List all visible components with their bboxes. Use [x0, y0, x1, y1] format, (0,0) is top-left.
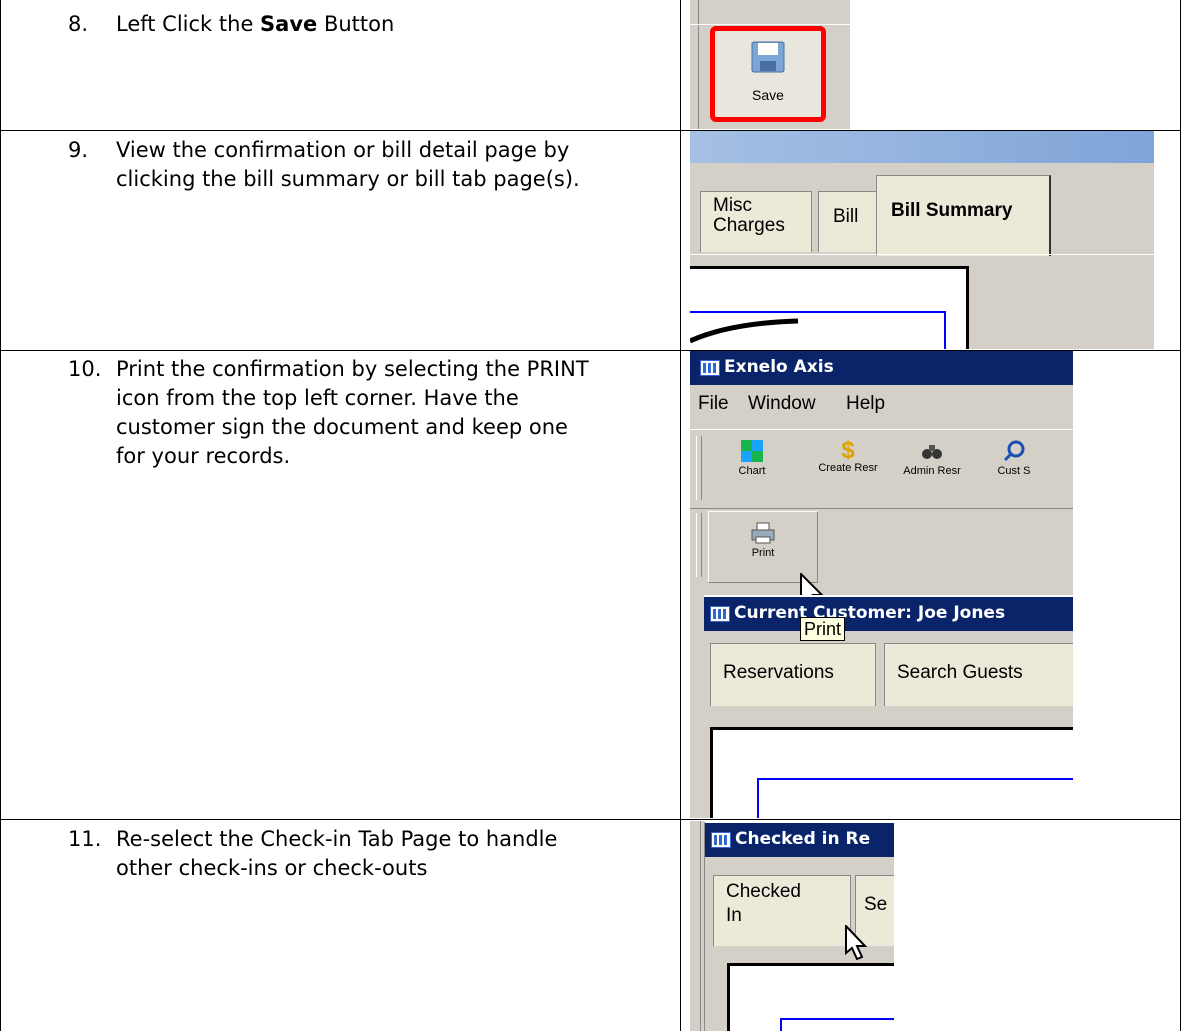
- create-resr-label: Create Resr: [818, 462, 878, 474]
- menu-help[interactable]: Help: [846, 393, 885, 415]
- checked-in-title: Checked in Re: [735, 829, 871, 849]
- toolbar-grip: [690, 0, 699, 129]
- tab-checked-in-line2: In: [726, 905, 742, 926]
- bill-content-area: [690, 266, 969, 349]
- app-icon: [700, 360, 720, 376]
- magnifier-icon: [1003, 440, 1025, 462]
- reservations-frame: [757, 778, 1073, 818]
- tab-search-guests-label: Search Guests: [897, 662, 1023, 683]
- save-icon: [751, 41, 785, 73]
- tab-misc-line2: Charges: [713, 215, 785, 236]
- screenshot-save: Save: [690, 0, 850, 129]
- customer-title: Current Customer: Joe Jones: [734, 603, 1006, 623]
- tab-baseline: [690, 254, 1154, 255]
- step-number: 10.: [68, 357, 102, 381]
- printer-icon: [751, 522, 775, 544]
- tab-checked-in[interactable]: Checked In: [713, 875, 851, 946]
- save-button[interactable]: Save: [710, 26, 826, 122]
- step-text-post: Button: [317, 12, 395, 36]
- tab-bill-label: Bill: [833, 206, 859, 227]
- menu-window[interactable]: Window: [748, 393, 816, 415]
- tab-search-guests[interactable]: Search Guests: [884, 643, 1073, 706]
- chart-icon: [741, 440, 763, 462]
- step-text-bold: Save: [260, 12, 318, 36]
- save-label: Save: [752, 87, 784, 103]
- checked-in-content: [727, 963, 894, 1031]
- screenshot-bill-tabs: Misc Charges Bill Bill Summary: [690, 131, 1154, 349]
- table-border-right: [1180, 0, 1181, 1031]
- step-text: Re-select the Check-in Tab Page to handl…: [116, 827, 558, 880]
- step-text: View the confirmation or bill detail pag…: [116, 138, 580, 191]
- step-number: 9.: [68, 138, 89, 162]
- cust-search-button[interactable]: Cust S: [984, 440, 1044, 477]
- tab-misc-charges[interactable]: Misc Charges: [700, 191, 812, 252]
- screenshot-checked-in: Checked in Re Checked In Se: [690, 821, 894, 1031]
- tab-checked-in-line1: Checked: [726, 881, 801, 902]
- table-column-divider: [680, 0, 681, 1031]
- tab-bill-summary-label: Bill Summary: [891, 200, 1013, 221]
- chart-button[interactable]: Chart: [724, 440, 780, 477]
- step-number: 8.: [68, 12, 89, 36]
- reservations-content: [710, 727, 1073, 818]
- admin-resr-label: Admin Resr: [903, 465, 961, 477]
- binoculars-icon: [922, 445, 942, 459]
- customer-titlebar: Current Customer: Joe Jones: [704, 597, 1073, 631]
- window-icon: [710, 606, 730, 622]
- admin-resr-button[interactable]: Admin Resr: [892, 440, 972, 477]
- checked-in-window: Checked in Re Checked In Se: [704, 821, 894, 1031]
- titlebar-strip: [690, 131, 1154, 163]
- app-titlebar: Exnelo Axis: [690, 351, 1073, 385]
- print-toolbar: Print: [690, 509, 1073, 585]
- chart-label: Chart: [738, 465, 766, 477]
- tab-misc-line1: Misc: [713, 195, 753, 216]
- tab-search-label: Se: [864, 894, 888, 915]
- row-divider: [0, 819, 1181, 820]
- window-grip: [690, 821, 701, 1031]
- toolbar-grip: [696, 513, 702, 577]
- tab-bill[interactable]: Bill: [818, 191, 878, 252]
- signature-stroke: [690, 318, 799, 344]
- tab-reservations[interactable]: Reservations: [710, 643, 876, 706]
- step-text-pre: Left Click the: [116, 12, 261, 36]
- tab-reservations-label: Reservations: [723, 662, 834, 683]
- toolbar-edge: [690, 24, 850, 25]
- app-title: Exnelo Axis: [724, 357, 834, 377]
- step-number: 11.: [68, 827, 102, 851]
- dollar-icon: $: [841, 437, 855, 464]
- screenshot-app-window: Exnelo Axis File Window Help Chart $ Cre…: [690, 351, 1073, 818]
- table-border-left: [0, 0, 1, 1031]
- step-text: Print the confirmation by selecting the …: [116, 357, 589, 468]
- main-toolbar: Chart $ Create Resr Admin Resr Cust S: [690, 429, 1073, 509]
- toolbar-grip: [696, 436, 702, 500]
- mouse-cursor-icon: [845, 925, 868, 961]
- window-icon: [711, 832, 731, 848]
- checked-in-titlebar: Checked in Re: [705, 823, 894, 857]
- create-resr-button[interactable]: $ Create Resr: [806, 437, 890, 475]
- checked-in-frame: [780, 1018, 894, 1031]
- customer-window: Current Customer: Joe Jones Reservations…: [704, 595, 1073, 818]
- tab-bill-summary[interactable]: Bill Summary: [876, 175, 1051, 256]
- cust-search-label: Cust S: [997, 465, 1031, 477]
- menu-file[interactable]: File: [698, 393, 729, 415]
- print-tooltip: Print: [800, 617, 846, 641]
- step-text: Left Click the Save Button: [116, 10, 596, 39]
- print-label: Print: [751, 547, 775, 559]
